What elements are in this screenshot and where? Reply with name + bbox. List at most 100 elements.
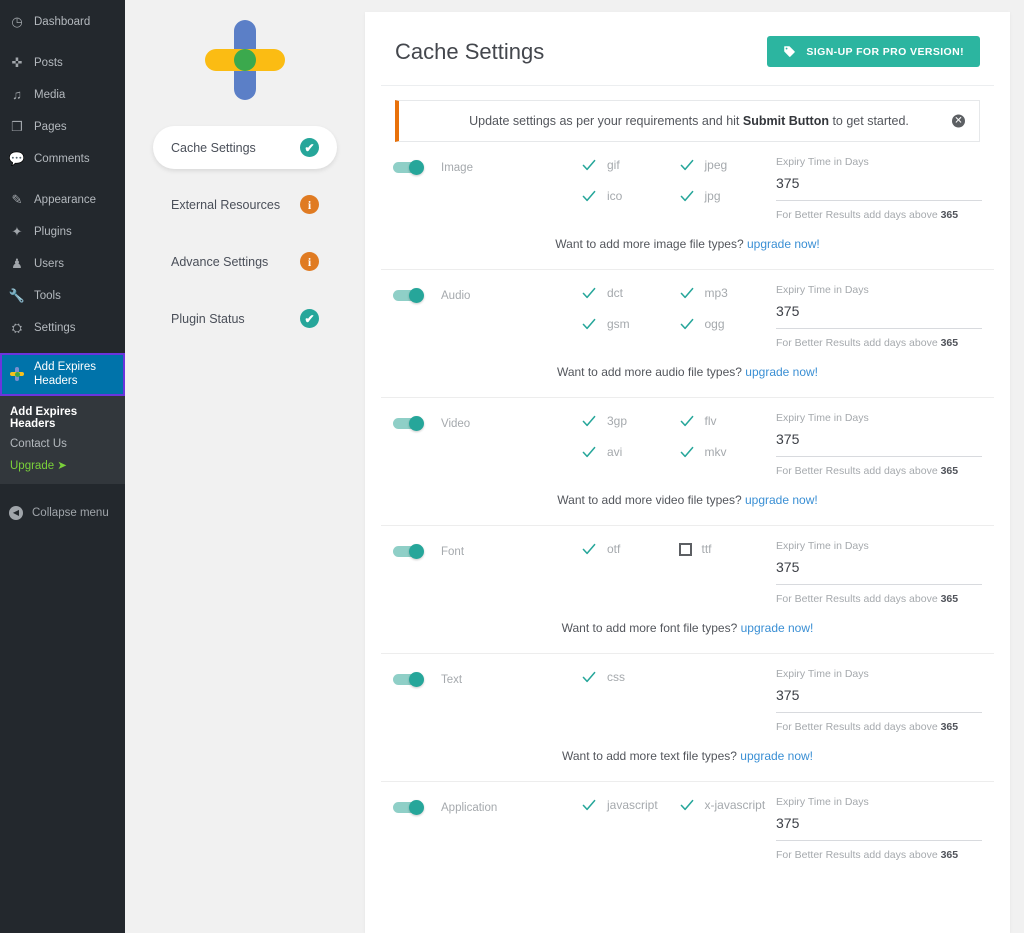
dashboard-icon: ◷	[9, 14, 25, 30]
checkmark-icon	[679, 797, 695, 813]
wp-menu-item-label: Dashboard	[34, 15, 90, 29]
wp-menu-item-comments[interactable]: 💬Comments	[0, 143, 125, 175]
upgrade-now-link[interactable]: upgrade now!	[745, 493, 818, 507]
extension-item-x-javascript[interactable]: x-javascript	[679, 798, 777, 813]
toggle-image[interactable]	[393, 160, 427, 175]
wp-menu-item-users[interactable]: ♟Users	[0, 248, 125, 280]
extension-item-3gp[interactable]: 3gp	[581, 414, 679, 429]
upgrade-now-link[interactable]: upgrade now!	[747, 237, 820, 251]
extension-item-mkv[interactable]: mkv	[679, 445, 777, 460]
expiry-time-input[interactable]: 375	[776, 815, 982, 841]
wp-menu-item-tools[interactable]: 🔧Tools	[0, 280, 125, 312]
checkmark-icon	[581, 541, 597, 557]
toggle-video[interactable]	[393, 416, 427, 431]
nav-item-label: Cache Settings	[171, 141, 256, 155]
nav-item-cache-settings[interactable]: Cache Settings✔	[153, 126, 337, 169]
extension-item-dct[interactable]: dct	[581, 286, 679, 301]
info-notice: Update settings as per your requirements…	[395, 100, 980, 142]
card-header: Cache Settings SIGN-UP FOR PRO VERSION!	[381, 12, 994, 86]
unchecked-checkbox-icon[interactable]	[679, 543, 692, 556]
extension-item-gsm[interactable]: gsm	[581, 317, 679, 332]
expiry-hint-bold: 365	[941, 465, 959, 477]
extension-item-ogg[interactable]: ogg	[679, 317, 777, 332]
toggle-application[interactable]	[393, 800, 427, 815]
file-type-row: Video3gpflvavimkvExpiry Time in Days375F…	[381, 398, 994, 526]
expiry-time-input[interactable]: 375	[776, 687, 982, 713]
wp-menu-item-add-expires-headers[interactable]: Add Expires Headers	[0, 353, 125, 396]
wp-submenu-item-add-expires-headers[interactable]: Add Expires Headers	[0, 402, 125, 434]
upsell-text: Want to add more image file types? upgra…	[381, 221, 994, 261]
expiry-field-group: Expiry Time in Days375For Better Results…	[776, 540, 994, 605]
extension-item-otf[interactable]: otf	[581, 542, 679, 557]
tag-icon	[783, 45, 796, 58]
wp-menu-item-pages[interactable]: ❒Pages	[0, 111, 125, 143]
upsell-question: Want to add more text file types?	[562, 749, 737, 763]
notice-text-after: to get started.	[829, 114, 909, 128]
extension-item-jpg[interactable]: jpg	[679, 189, 777, 204]
checkmark-icon	[679, 413, 695, 429]
comments-icon: 💬	[9, 151, 25, 167]
current-menu-arrow-icon	[125, 366, 133, 382]
notice-text-before: Update settings as per your requirements…	[469, 114, 743, 128]
pin-icon: ✜	[9, 55, 25, 71]
upgrade-now-link[interactable]: upgrade now!	[745, 365, 818, 379]
extension-list: 3gp flv avimkv	[581, 412, 776, 476]
upgrade-now-link[interactable]: upgrade now!	[740, 749, 813, 763]
wordpress-admin-screen: ◷ Dashboard ✜Posts♫Media❒Pages💬Comments ✎Ap…	[0, 0, 1024, 933]
menu-separator	[0, 344, 125, 353]
file-type-label: Application	[441, 802, 497, 814]
wp-menu-item-appearance[interactable]: ✎Appearance	[0, 184, 125, 216]
expiry-hint-bold: 365	[941, 849, 959, 861]
extension-item-avi[interactable]: avi	[581, 445, 679, 460]
nav-item-external-resources[interactable]: External Resourcesi	[153, 183, 337, 226]
checkmark-icon	[581, 669, 597, 685]
extension-label: ttf	[702, 542, 712, 556]
extension-label: ico	[607, 189, 622, 203]
extension-item-gif[interactable]: gif	[581, 158, 679, 173]
expiry-time-input[interactable]: 375	[776, 175, 982, 201]
expiry-time-input[interactable]: 375	[776, 431, 982, 457]
extension-item-flv[interactable]: flv	[679, 414, 777, 429]
expiry-time-input[interactable]: 375	[776, 559, 982, 585]
toggle-font[interactable]	[393, 544, 427, 559]
extension-item-javascript[interactable]: javascript	[581, 798, 679, 813]
extension-item-ico[interactable]: ico	[581, 189, 679, 204]
extension-label: css	[607, 670, 625, 684]
nav-item-plugin-status[interactable]: Plugin Status✔	[153, 297, 337, 340]
wp-menu-item-plugins[interactable]: ✦Plugins	[0, 216, 125, 248]
plugin-logo-icon	[201, 16, 289, 104]
expiry-hint-bold: 365	[941, 593, 959, 605]
wp-menu-item-media[interactable]: ♫Media	[0, 79, 125, 111]
expiry-field-group: Expiry Time in Days375For Better Results…	[776, 796, 994, 861]
extension-label: 3gp	[607, 414, 627, 428]
extension-item-mp3[interactable]: mp3	[679, 286, 777, 301]
toggle-text[interactable]	[393, 672, 427, 687]
wp-menu-item-dashboard[interactable]: ◷ Dashboard	[0, 6, 125, 38]
extension-item-css[interactable]: css	[581, 670, 679, 685]
notice-close-icon[interactable]: ✕	[952, 115, 965, 128]
extension-label: dct	[607, 286, 623, 300]
wp-submenu-item-contact-us[interactable]: Contact Us	[0, 434, 125, 454]
plugin-nav-pane: Cache Settings✔ External Resourcesi Advanc…	[125, 0, 365, 933]
collapse-menu-button[interactable]: ◀ Collapse menu	[0, 496, 125, 530]
wp-menu-item-posts[interactable]: ✜Posts	[0, 47, 125, 79]
expiry-time-input[interactable]: 375	[776, 303, 982, 329]
wp-menu-item-settings[interactable]: ⛭Settings	[0, 312, 125, 344]
toggle-audio[interactable]	[393, 288, 427, 303]
extension-label: mp3	[705, 286, 728, 300]
extension-item-ttf[interactable]: ttf	[679, 542, 777, 557]
plug-icon: ✦	[9, 224, 25, 240]
checkmark-icon	[581, 413, 597, 429]
extension-item-jpeg[interactable]: jpeg	[679, 158, 777, 173]
expiry-hint-bold: 365	[941, 209, 959, 221]
file-type-row: ImagegifjpegicojpgExpiry Time in Days375…	[381, 142, 994, 270]
nav-badge-info-icon: i	[300, 195, 319, 214]
upgrade-now-link[interactable]: upgrade now!	[741, 621, 814, 635]
expiry-hint-bold: 365	[941, 721, 959, 733]
expiry-field-group: Expiry Time in Days375For Better Results…	[776, 668, 994, 733]
expiry-hint: For Better Results add days above 365	[776, 593, 982, 605]
signup-pro-button[interactable]: SIGN-UP FOR PRO VERSION!	[767, 36, 980, 67]
wp-submenu-item-upgrade[interactable]: Upgrade ➤	[0, 454, 125, 476]
file-type-label: Font	[441, 546, 464, 558]
nav-item-advance-settings[interactable]: Advance Settingsi	[153, 240, 337, 283]
